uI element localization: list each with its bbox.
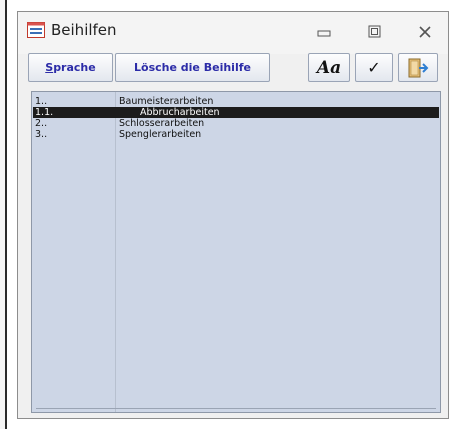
sprache-label: prache (53, 61, 96, 74)
item-text: Baumeisterarbeiten (119, 96, 214, 107)
list-item-selected[interactable]: 1.1. Abbrucharbeiten (33, 107, 439, 118)
background-window-edge (0, 0, 7, 429)
minimize-icon[interactable] (312, 22, 336, 42)
list-item[interactable]: 1.. Baumeisterarbeiten (33, 96, 439, 107)
exit-button[interactable] (398, 53, 438, 82)
item-text: Schlosserarbeiten (119, 118, 205, 129)
form-icon (27, 22, 45, 38)
item-number: 1.1. (35, 107, 54, 118)
beihilfen-list[interactable]: 1.. Baumeisterarbeiten 1.1. Abbrucharbei… (31, 91, 441, 413)
sprache-access-key: S (45, 61, 54, 74)
window-title: Beihilfen (51, 21, 117, 39)
maximize-icon[interactable] (363, 22, 387, 42)
check-icon: ✓ (367, 58, 381, 77)
list-item[interactable]: 2.. Schlosserarbeiten (33, 118, 439, 129)
item-text: Abbrucharbeiten (140, 107, 220, 118)
beihilfen-window: Beihilfen Sprache Lösche die Beihilfe Aa… (17, 11, 449, 419)
item-number: 1.. (35, 96, 48, 107)
list-item[interactable]: 3.. Spenglerarbeiten (33, 129, 439, 140)
exit-door-icon (408, 58, 429, 77)
ok-button[interactable]: ✓ (355, 53, 393, 82)
close-icon[interactable] (413, 22, 437, 42)
font-button[interactable]: Aa (308, 53, 350, 82)
list-bottom-border (36, 408, 436, 409)
font-icon: Aa (316, 57, 342, 78)
item-text: Spenglerarbeiten (119, 129, 202, 140)
toolbar: Sprache Lösche die Beihilfe Aa ✓ (28, 53, 440, 85)
title-bar[interactable]: Beihilfen (18, 12, 448, 54)
delete-beihilfe-label: Lösche die Beihilfe (134, 61, 251, 74)
sprache-button[interactable]: Sprache (28, 53, 113, 82)
item-number: 2.. (35, 118, 48, 129)
delete-beihilfe-button[interactable]: Lösche die Beihilfe (115, 53, 270, 82)
column-separator (115, 92, 116, 412)
item-number: 3.. (35, 129, 48, 140)
